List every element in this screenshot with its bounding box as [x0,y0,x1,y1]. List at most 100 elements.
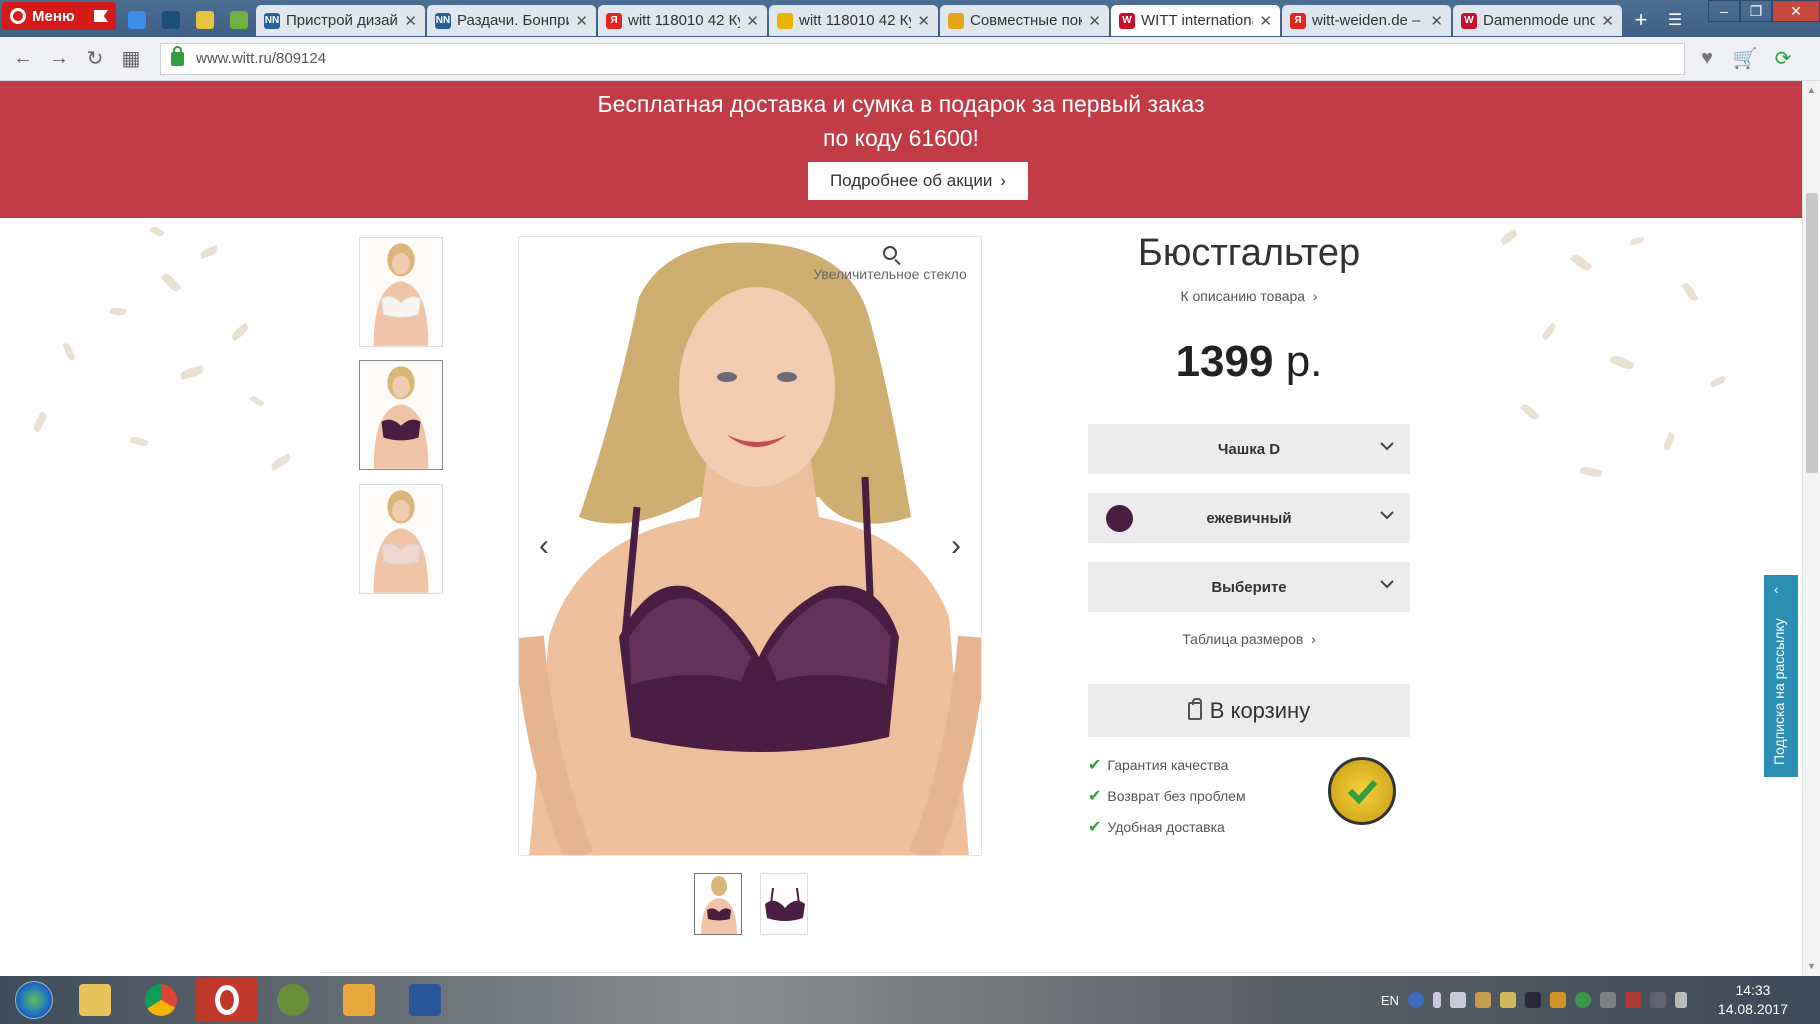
tab-favicon-icon: W [1119,12,1135,29]
tab-close-icon[interactable]: ✕ [1088,12,1101,30]
browser-tab[interactable]: witt 118010 42 Ку ✕ [769,5,938,36]
tray-arrow-icon[interactable] [1432,992,1441,1008]
browser-tab-active[interactable]: W WITT internationa ✕ [1111,5,1280,36]
tray-app-icon[interactable] [1474,992,1491,1008]
restore-icon[interactable]: ❐ [1740,0,1772,22]
model-champagne-bra-image [360,485,442,593]
chevron-down-icon [1380,511,1394,520]
tab-close-icon[interactable]: ✕ [1430,12,1443,30]
update-icon[interactable]: ⟳ [1767,43,1799,75]
tab-close-icon[interactable]: ✕ [404,12,417,30]
main-product-image[interactable] [518,236,982,856]
flag-icon [94,10,108,22]
browser-tab[interactable]: Я witt 118010 42 Ку ✕ [598,5,767,36]
cart-icon[interactable]: 🛒 [1729,43,1761,75]
flag-error-icon[interactable] [1624,992,1641,1008]
section-divider [320,972,1480,973]
pinned-tab-2[interactable] [154,4,188,35]
color-value: ежевичный [1206,509,1292,527]
windows-logo-icon [15,981,53,1019]
outlook-tray-icon[interactable] [1549,992,1566,1008]
page-scrollbar[interactable]: ▲ ▼ [1802,81,1820,976]
description-link[interactable]: К описанию товара › [1088,288,1410,304]
speed-dial-grid-icon[interactable]: ▦ [116,44,146,74]
system-clock[interactable]: 14:33 14.08.2017 [1718,981,1788,1019]
pinned-site-icon [196,10,214,29]
window-close-icon[interactable]: ✕ [1772,0,1820,22]
chrome-icon [145,984,177,1016]
zoom-control[interactable]: Увеличительное стекло [800,246,980,282]
next-image-arrow-icon[interactable]: › [944,529,968,562]
minimize-icon[interactable]: – [1708,0,1740,22]
mail-icon[interactable] [1499,992,1516,1008]
promo-details-label: Подробнее об акции [829,171,993,190]
taskbar-word[interactable] [394,978,456,1022]
product-price: 1399 р. [1088,337,1410,387]
promo-line-2: по коду 61600! [823,125,979,151]
tab-menu-icon[interactable]: ☰ [1658,4,1692,35]
cup-size-select[interactable]: Чашка D [1088,424,1410,474]
display-icon[interactable] [1649,992,1666,1008]
prev-image-arrow-icon[interactable]: ‹ [532,529,556,562]
tab-close-icon[interactable]: ✕ [917,12,930,30]
size-table-label: Таблица размеров [1182,631,1304,647]
network-icon[interactable] [1449,992,1466,1008]
image-thumbnail-product[interactable] [760,873,808,935]
taskbar-explorer[interactable] [64,978,126,1022]
scroll-up-arrow-icon[interactable]: ▲ [1807,85,1816,95]
image-thumbnail-model[interactable] [694,873,742,935]
opera-menu-button[interactable]: Меню [2,2,116,30]
tab-close-icon[interactable]: ✕ [575,12,588,30]
color-select[interactable]: ежевичный [1088,493,1410,543]
product-thumbnail-blackberry[interactable] [359,360,443,470]
checkmark-icon: ✔ [1088,788,1102,805]
taskbar-app-runner[interactable] [262,978,324,1022]
scrollbar-thumb[interactable] [1806,193,1818,473]
product-thumbnail-white[interactable] [359,237,443,347]
volume-icon[interactable] [1674,992,1687,1008]
browser-tab[interactable]: NN Пристрой дизай ✕ [256,5,425,36]
url-field[interactable]: www.witt.ru/809124 [160,42,1685,75]
start-button[interactable] [8,978,60,1022]
antivirus-icon[interactable] [1574,992,1591,1008]
browser-tab[interactable]: Совместные пок ✕ [940,5,1109,36]
help-icon[interactable] [1407,992,1424,1008]
reload-icon[interactable]: ↻ [80,44,110,74]
tab-title: witt 118010 42 Ку [628,12,741,29]
size-table-link[interactable]: Таблица размеров › [1088,631,1410,647]
heart-icon[interactable]: ♥ [1691,43,1723,75]
newsletter-side-tab[interactable]: ‹ Подписка на рассылку [1764,575,1798,777]
taskbar-chrome[interactable] [130,978,192,1022]
promo-details-button[interactable]: Подробнее об акции › [808,162,1028,200]
promo-line-1: Бесплатная доставка и сумка в подарок за… [597,91,1205,117]
tab-favicon-icon [777,12,793,29]
language-indicator[interactable]: EN [1381,993,1399,1008]
taskbar-opera[interactable] [196,978,258,1022]
forward-arrow-icon[interactable]: → [44,44,74,74]
pinned-tab-3[interactable] [188,4,222,35]
browser-tab[interactable]: NN Раздачи. Бонпри ✕ [427,5,596,36]
tab-close-icon[interactable]: ✕ [1259,12,1272,30]
browser-tab[interactable]: Я witt-weiden.de – ✕ [1282,5,1451,36]
size-select[interactable]: Выберите [1088,562,1410,612]
tab-close-icon[interactable]: ✕ [746,12,759,30]
tool-icon[interactable] [1599,992,1616,1008]
monitor-icon[interactable] [1524,992,1541,1008]
pinned-tab-1[interactable] [120,4,154,35]
add-to-cart-button[interactable]: В корзину [1088,684,1410,737]
model-mini-image [695,874,741,934]
scroll-down-arrow-icon[interactable]: ▼ [1807,961,1816,971]
add-to-cart-label: В корзину [1209,697,1311,723]
pinned-tab-4[interactable] [222,4,256,35]
taskbar-outlook[interactable] [328,978,390,1022]
tab-favicon-icon: Я [1290,12,1306,29]
tab-close-icon[interactable]: ✕ [1601,12,1614,30]
back-arrow-icon[interactable]: ← [8,44,38,74]
tab-title: Раздачи. Бонпри [457,12,570,29]
new-tab-plus-icon[interactable]: + [1624,4,1658,35]
browser-tab[interactable]: W Damenmode und ✕ [1453,5,1622,36]
lock-icon [171,45,184,66]
word-icon [409,984,441,1016]
product-thumbnail-champagne[interactable] [359,484,443,594]
cup-size-value: Чашка D [1217,440,1281,458]
